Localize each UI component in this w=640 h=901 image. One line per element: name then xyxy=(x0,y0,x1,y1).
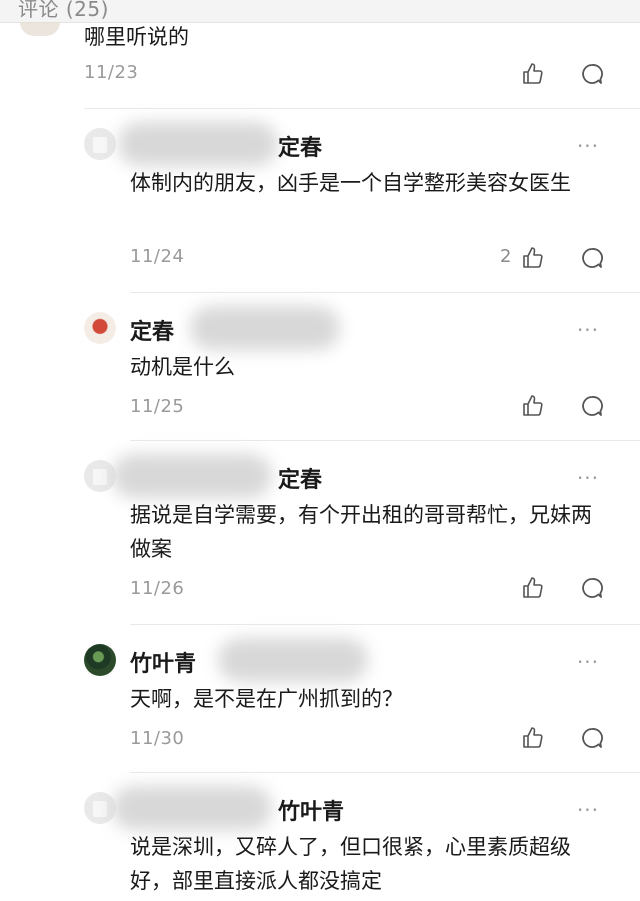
redacted-name xyxy=(218,638,368,682)
thumbs-up-icon[interactable] xyxy=(521,394,545,418)
divider xyxy=(130,440,640,441)
divider xyxy=(84,108,640,109)
reply-target-name[interactable]: 定春 xyxy=(278,462,322,494)
comment-text: 哪里听说的 xyxy=(84,25,189,49)
commenter-name[interactable]: 定春 xyxy=(130,314,174,346)
comment-text: 体制内的朋友，凶手是一个自学整形美容女医生 xyxy=(130,171,571,195)
commenter-name[interactable]: 竹叶青 xyxy=(130,646,196,678)
comment-date: 11/26 xyxy=(130,578,185,599)
reply-icon[interactable] xyxy=(580,246,604,270)
more-options-button[interactable]: ··· xyxy=(568,650,608,674)
comments-title: 评论 (25) xyxy=(18,0,109,21)
redacted-name xyxy=(112,786,272,830)
comment-text: 动机是什么 xyxy=(130,355,235,379)
comment-text: 天啊，是不是在广州抓到的？ xyxy=(130,687,403,711)
divider xyxy=(130,624,640,625)
comment-text: 说是深圳，又碎人了，但口很紧，心里素质超级好，部里直接派人都没搞定 xyxy=(130,835,571,893)
redacted-name xyxy=(118,122,278,166)
reply-icon[interactable] xyxy=(580,576,604,600)
more-options-button[interactable]: ··· xyxy=(568,798,608,822)
divider xyxy=(130,292,640,293)
reply-icon[interactable] xyxy=(580,726,604,750)
comment-date: 11/23 xyxy=(84,62,139,83)
avatar[interactable] xyxy=(84,644,116,676)
comment-text: 据说是自学需要，有个开出租的哥哥帮忙，兄妹两做案 xyxy=(130,503,592,561)
like-count: 2 xyxy=(500,246,512,267)
reply-target-name[interactable]: 竹叶青 xyxy=(278,794,344,826)
thumbs-up-icon[interactable] xyxy=(521,726,545,750)
thumbs-up-icon[interactable] xyxy=(521,246,545,270)
reply-icon[interactable] xyxy=(580,62,604,86)
redacted-name xyxy=(190,306,340,350)
thumbs-up-icon[interactable] xyxy=(521,62,545,86)
redacted-name xyxy=(112,454,272,498)
divider xyxy=(130,772,640,773)
comment-date: 11/30 xyxy=(130,728,185,749)
reply-icon[interactable] xyxy=(580,394,604,418)
more-options-button[interactable]: ··· xyxy=(568,134,608,158)
more-options-button[interactable]: ··· xyxy=(568,318,608,342)
avatar[interactable] xyxy=(84,128,116,160)
more-options-button[interactable]: ··· xyxy=(568,466,608,490)
avatar[interactable] xyxy=(84,312,116,344)
comment-date: 11/24 xyxy=(130,246,185,267)
avatar xyxy=(20,22,60,36)
comment-date: 11/25 xyxy=(130,396,185,417)
reply-target-name[interactable]: 定春 xyxy=(278,130,322,162)
thumbs-up-icon[interactable] xyxy=(521,576,545,600)
